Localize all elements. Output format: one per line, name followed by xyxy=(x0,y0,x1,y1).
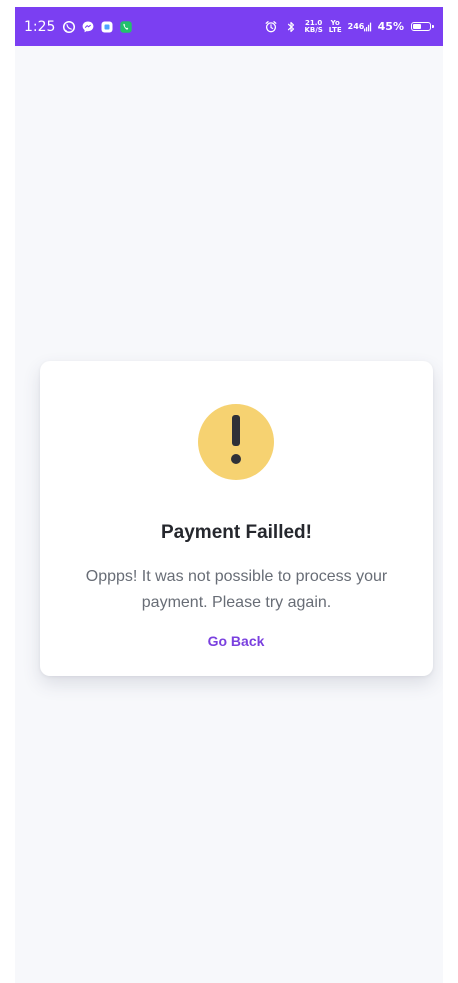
go-back-button[interactable]: Go Back xyxy=(186,632,286,650)
signal-label: 246 xyxy=(347,22,365,31)
volte-indicator: Yo LTE xyxy=(328,19,342,34)
payment-failed-dialog: Payment Failled! Oppps! It was not possi… xyxy=(40,361,433,676)
volte-bottom: LTE xyxy=(328,25,342,34)
messenger-icon xyxy=(81,20,95,34)
bluetooth-icon xyxy=(284,20,298,34)
alarm-icon xyxy=(264,20,278,34)
dialog-message: Oppps! It was not possible to process yo… xyxy=(85,568,388,611)
signal-icon: 246 xyxy=(348,20,372,34)
status-bar-left: 1:25 xyxy=(24,7,133,46)
network-speed-unit: KB/S xyxy=(304,25,323,34)
status-bar-right: 21.0 KB/S Yo LTE 246 45% xyxy=(264,7,434,46)
battery-icon xyxy=(411,22,434,31)
app-icon xyxy=(100,20,114,34)
dialog-title: Payment Failled! xyxy=(161,522,312,543)
battery-fill xyxy=(413,24,421,29)
battery-percent: 45% xyxy=(377,20,404,33)
status-time: 1:25 xyxy=(24,18,56,35)
exclamation-bar xyxy=(232,415,240,446)
whatsapp-icon xyxy=(62,20,76,34)
network-speed: 21.0 KB/S xyxy=(304,19,323,34)
phone-call-icon xyxy=(119,20,133,34)
phone-screen: 1:25 21.0 KB/S Yo LTE 246 45% Payment Fa… xyxy=(15,7,443,983)
exclamation-icon xyxy=(198,404,274,480)
exclamation-dot xyxy=(231,454,241,464)
status-bar: 1:25 21.0 KB/S Yo LTE 246 45% xyxy=(15,7,443,46)
